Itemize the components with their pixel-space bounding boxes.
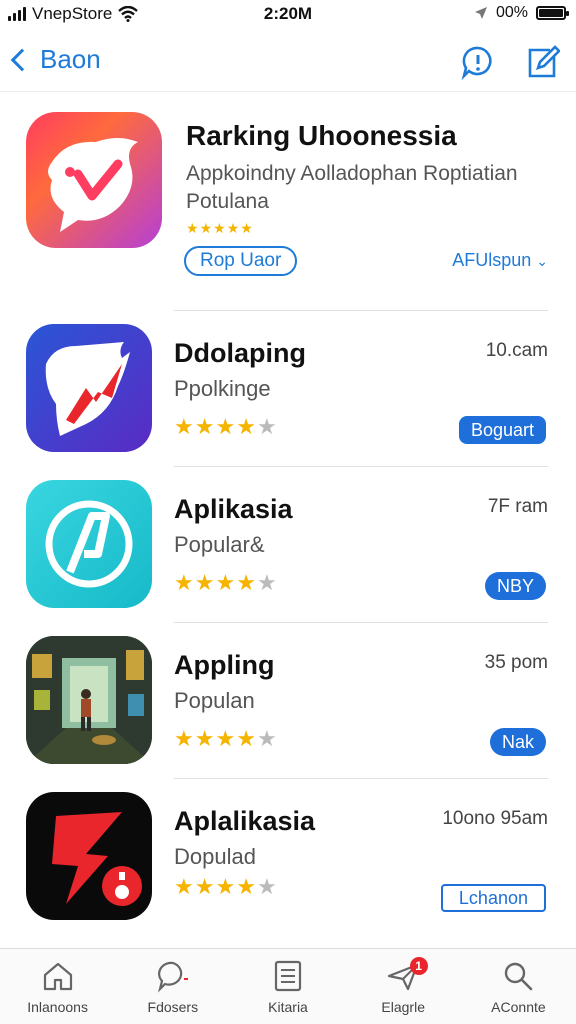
star-icon: ★ [256,726,278,751]
app-rating: ★★★★★ [174,726,278,752]
star-icon: ★ [226,220,241,236]
letter-a-logo-icon [45,500,133,588]
bolt-logo-icon [52,812,142,906]
tab-kitaria[interactable]: Kitaria [230,949,345,1024]
back-button[interactable]: Baon [6,44,101,75]
chevron-down-icon: ⌄ [536,253,548,269]
battery-icon [536,6,569,20]
app-subtitle: Dopulad [174,844,256,869]
app-title: Ddolaping [174,338,306,368]
status-right: 00% [474,4,569,22]
featured-rating: ★★★★★ [186,220,254,237]
app-title: Aplalikasia [174,806,316,836]
featured-app-icon[interactable] [26,112,162,248]
app-icon[interactable] [26,324,152,452]
list-icon [274,960,302,992]
app-icon[interactable] [26,792,152,920]
star-icon: ★ [236,726,257,751]
star-icon: ★ [215,570,237,595]
app-icon[interactable] [26,480,152,608]
location-icon [474,7,487,19]
app-title: Appling [174,650,275,680]
app-meta: 10ono 95am [442,808,548,829]
app-action-button[interactable]: Lchanon [440,884,546,912]
app-icon[interactable] [26,636,152,764]
tab-fdosers[interactable]: Fdosers [115,949,230,1024]
app-meta: 7F ram [487,496,548,517]
star-icon: ★ [194,874,216,899]
list-item[interactable]: Appling Populan ★★★★★ 35 pom Nak [0,622,576,778]
tab-label: Kitaria [268,999,308,1015]
arrow-logo-icon [45,342,130,436]
featured-subtitle: Appkoindny Aolladophan Roptiatian Potula… [186,162,518,213]
home-icon [43,962,72,991]
star-icon: ★ [213,220,227,236]
app-action-button[interactable]: Boguart [458,416,546,444]
divider [174,778,548,779]
featured-secondary-link[interactable]: AFUlspun ⌄ [452,250,548,271]
star-icon: ★ [256,414,278,439]
star-icon: ★ [236,570,257,595]
featured-title: Rarking Uhoonessia [186,120,457,151]
star-icon: ★ [174,874,195,899]
tab-label: Elagrle [381,999,425,1015]
star-icon: ★ [236,414,257,439]
featured-app[interactable]: Rarking Uhoonessia Appkoindny Aolladopha… [0,108,576,312]
tab-label: AConnte [491,999,546,1015]
tab-inlanoons[interactable]: Inlanoons [0,949,115,1024]
bird-logo-icon [48,138,138,232]
app-meta: 10.cam [485,340,548,361]
tab-label: Fdosers [147,999,199,1015]
star-icon: ★ [256,570,278,595]
battery-percent: 00% [495,4,528,21]
tab-bar: Inlanoons Fdosers Kitaria 1 Elagrle ACon… [0,948,576,1024]
star-icon: ★ [236,874,257,899]
back-label: Baon [40,44,101,74]
status-bar: VnepStore 2:20M 00% [0,0,576,30]
app-title: Aplikasia [174,494,293,524]
app-subtitle: Populan [174,688,255,713]
divider [174,466,548,467]
featured-primary-button[interactable]: Rop Uaor [184,246,298,276]
star-icon: ★ [174,570,195,595]
star-icon: ★ [194,414,216,439]
star-icon: ★ [215,726,237,751]
chevron-left-icon [10,48,34,71]
star-icon: ★ [240,220,254,236]
game-scene-icon [26,636,152,764]
tab-aconnte[interactable]: AConnte [461,949,576,1024]
star-icon: ★ [194,726,216,751]
app-action-button[interactable]: Nak [489,728,546,756]
tab-label: Inlanoons [27,999,88,1015]
list-item[interactable]: Aplalikasia Dopulad ★★★★★ 10ono 95am Lch… [0,778,576,934]
star-icon: ★ [174,726,195,751]
divider [174,310,548,311]
star-icon: ★ [174,414,195,439]
featured-secondary-label: AFUlspun [452,250,532,270]
divider [174,622,548,623]
list-item[interactable]: Aplikasia Popular& ★★★★★ 7F ram NBY [0,466,576,622]
app-subtitle: Popular& [174,532,265,557]
tab-elagrle[interactable]: 1 Elagrle [346,949,461,1024]
nav-actions [460,44,560,80]
app-rating: ★★★★★ [174,414,278,440]
app-rating: ★★★★★ [174,874,278,900]
star-icon: ★ [215,414,237,439]
star-icon: ★ [215,874,237,899]
app-action-button[interactable]: NBY [484,572,546,600]
star-icon: ★ [199,220,214,236]
alert-bubble-icon[interactable] [460,44,496,80]
compose-icon[interactable] [524,44,560,80]
star-icon: ★ [186,220,200,236]
star-icon: ★ [194,570,216,595]
notification-badge: 1 [409,957,428,975]
app-rating: ★★★★★ [174,570,278,596]
app-meta: 35 pom [484,652,548,673]
navigation-bar: Baon [0,36,576,92]
app-subtitle: Ppolkinge [174,376,271,401]
list-item[interactable]: Ddolaping Ppolkinge ★★★★★ 10.cam Boguart [0,310,576,466]
chat-icon [157,961,188,993]
search-icon [505,962,533,991]
star-icon: ★ [256,874,278,899]
